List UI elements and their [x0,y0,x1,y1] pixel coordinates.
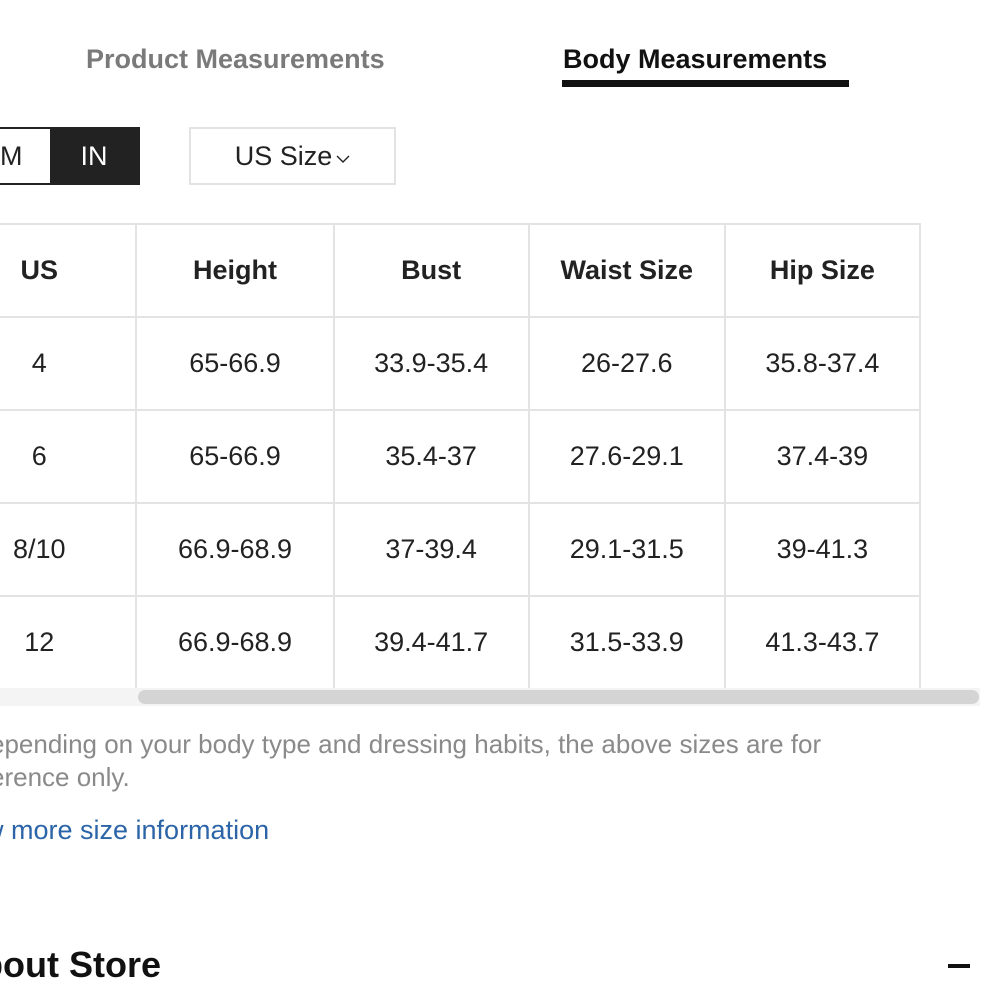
unit-toggle: M IN [0,127,140,185]
size-system-value: US Size [234,140,333,171]
more-size-info-link[interactable]: w more size information [0,815,269,846]
table-row: 8/10 66.9-68.9 37-39.4 29.1-31.5 39-41.3 [0,502,922,597]
scrollbar-thumb[interactable] [138,690,979,704]
column-header: Bust [332,223,530,318]
table-cell: 37-39.4 [332,502,530,597]
disclaimer-line-1: epending on your body type and dressing … [0,729,822,759]
minus-icon[interactable] [948,964,970,968]
table-cell: 66.9-68.9 [135,502,335,597]
table-cell: 35.8-37.4 [723,316,922,411]
table-cell: 65-66.9 [135,316,335,411]
table-row: 4 65-66.9 33.9-35.4 26-27.6 35.8-37.4 [0,316,922,411]
table-cell: 35.4-37 [332,409,530,504]
table-cell: 6 [0,409,138,504]
table-cell: 37.4-39 [723,409,922,504]
tab-product-measurements[interactable]: Product Measurements [86,44,385,75]
disclaimer-line-2: erence only. [0,762,130,792]
table-cell: 39.4-41.7 [332,595,530,688]
about-store-heading[interactable]: bout Store [0,944,161,986]
size-table-container: US Height Bust Waist Size Hip Size 4 65-… [0,223,980,688]
table-cell: 31.5-33.9 [527,595,726,688]
tab-body-measurements[interactable]: Body Measurements [563,44,827,75]
chevron-down-icon [336,155,350,163]
size-system-select[interactable]: US Size [189,127,396,185]
table-cell: 41.3-43.7 [723,595,922,688]
table-cell: 27.6-29.1 [527,409,726,504]
column-header: Height [135,223,335,318]
size-disclaimer: epending on your body type and dressing … [0,728,950,794]
table-horizontal-scrollbar[interactable] [0,688,980,706]
table-row: 12 66.9-68.9 39.4-41.7 31.5-33.9 41.3-43… [0,595,922,688]
size-table: US Height Bust Waist Size Hip Size 4 65-… [0,223,922,688]
active-tab-indicator [562,80,849,87]
table-cell: 12 [0,595,138,688]
table-cell: 33.9-35.4 [332,316,530,411]
measurement-tabs: Product Measurements Body Measurements [0,0,1000,100]
column-header: US [0,223,138,318]
column-header: Hip Size [723,223,922,318]
table-cell: 8/10 [0,502,138,597]
table-cell: 4 [0,316,138,411]
unit-in-option[interactable]: IN [50,129,138,183]
column-header: Waist Size [527,223,726,318]
table-cell: 29.1-31.5 [527,502,726,597]
table-cell: 39-41.3 [723,502,922,597]
table-row: 6 65-66.9 35.4-37 27.6-29.1 37.4-39 [0,409,922,504]
table-cell: 65-66.9 [135,409,335,504]
table-header-row: US Height Bust Waist Size Hip Size [0,223,922,318]
unit-cm-option[interactable]: M [0,129,50,183]
table-cell: 66.9-68.9 [135,595,335,688]
table-cell: 26-27.6 [527,316,726,411]
